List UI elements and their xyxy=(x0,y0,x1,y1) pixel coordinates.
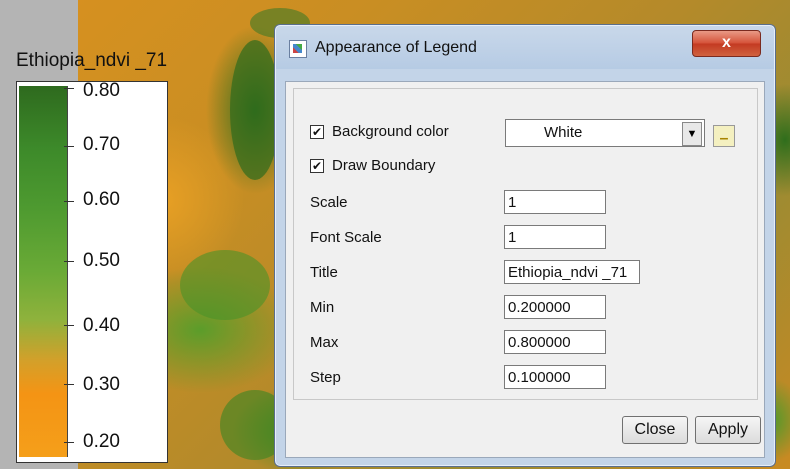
title-field[interactable]: Ethiopia_ndvi _71 xyxy=(504,260,640,284)
legend-tick-label: 0.80 xyxy=(83,80,120,101)
app-icon xyxy=(289,40,307,58)
settings-group: ✔ Background color White ▼ ▁ ✔ Draw Boun… xyxy=(293,88,758,400)
color-picker-icon[interactable]: ▁ xyxy=(713,125,735,147)
legend-tick xyxy=(64,325,74,326)
dialog-titlebar[interactable]: Appearance of Legend x xyxy=(275,25,775,71)
dialog-client-area: ✔ Background color White ▼ ▁ ✔ Draw Boun… xyxy=(285,81,765,458)
legend-tick-label: 0.60 xyxy=(83,189,120,210)
scale-label: Scale xyxy=(310,194,348,211)
dropdown-arrow-icon[interactable]: ▼ xyxy=(682,122,702,146)
apply-button[interactable]: Apply xyxy=(695,416,761,444)
legend-tick-label: 0.20 xyxy=(83,431,120,452)
legend-tick-label: 0.40 xyxy=(83,315,120,336)
legend-tick xyxy=(64,146,74,147)
checkmark-icon: ✔ xyxy=(311,125,323,139)
legend-appearance-dialog: Appearance of Legend x ✔ Background colo… xyxy=(274,24,776,467)
max-field[interactable]: 0.800000 xyxy=(504,330,606,354)
min-field[interactable]: 0.200000 xyxy=(504,295,606,319)
background-color-value: White xyxy=(544,124,583,141)
close-button[interactable]: Close xyxy=(622,416,688,444)
background-color-select[interactable]: White ▼ xyxy=(505,119,705,147)
legend-title: Ethiopia_ndvi _71 xyxy=(16,50,168,71)
draw-boundary-checkbox[interactable]: ✔ xyxy=(310,159,324,173)
legend-tick xyxy=(64,442,74,443)
legend-tick xyxy=(64,88,74,89)
legend-tick xyxy=(64,384,74,385)
background-color-checkbox[interactable]: ✔ xyxy=(310,125,324,139)
window-close-button[interactable]: x xyxy=(692,30,761,57)
map-vegetation-patch xyxy=(230,40,280,180)
font-scale-label: Font Scale xyxy=(310,229,382,246)
step-field[interactable]: 0.100000 xyxy=(504,365,606,389)
checkmark-icon: ✔ xyxy=(311,159,323,173)
step-label: Step xyxy=(310,369,341,386)
legend-color-bar xyxy=(19,86,68,457)
legend-tick xyxy=(64,261,74,262)
font-scale-field[interactable]: 1 xyxy=(504,225,606,249)
legend-tick-label: 0.70 xyxy=(83,134,120,155)
min-label: Min xyxy=(310,299,335,316)
title-label: Title xyxy=(310,264,338,281)
legend-tick-label: 0.50 xyxy=(83,250,120,271)
legend-panel: 0.80 0.70 0.60 0.50 0.40 0.30 0.20 xyxy=(16,80,168,463)
scale-field[interactable]: 1 xyxy=(504,190,606,214)
legend-tick xyxy=(64,201,74,202)
legend-tick-label: 0.30 xyxy=(83,374,120,395)
background-color-label: Background color xyxy=(332,123,449,140)
dialog-title: Appearance of Legend xyxy=(315,39,477,56)
max-label: Max xyxy=(310,334,339,351)
close-icon: x xyxy=(722,34,731,51)
map-vegetation-patch xyxy=(180,250,270,320)
draw-boundary-label: Draw Boundary xyxy=(332,157,436,174)
